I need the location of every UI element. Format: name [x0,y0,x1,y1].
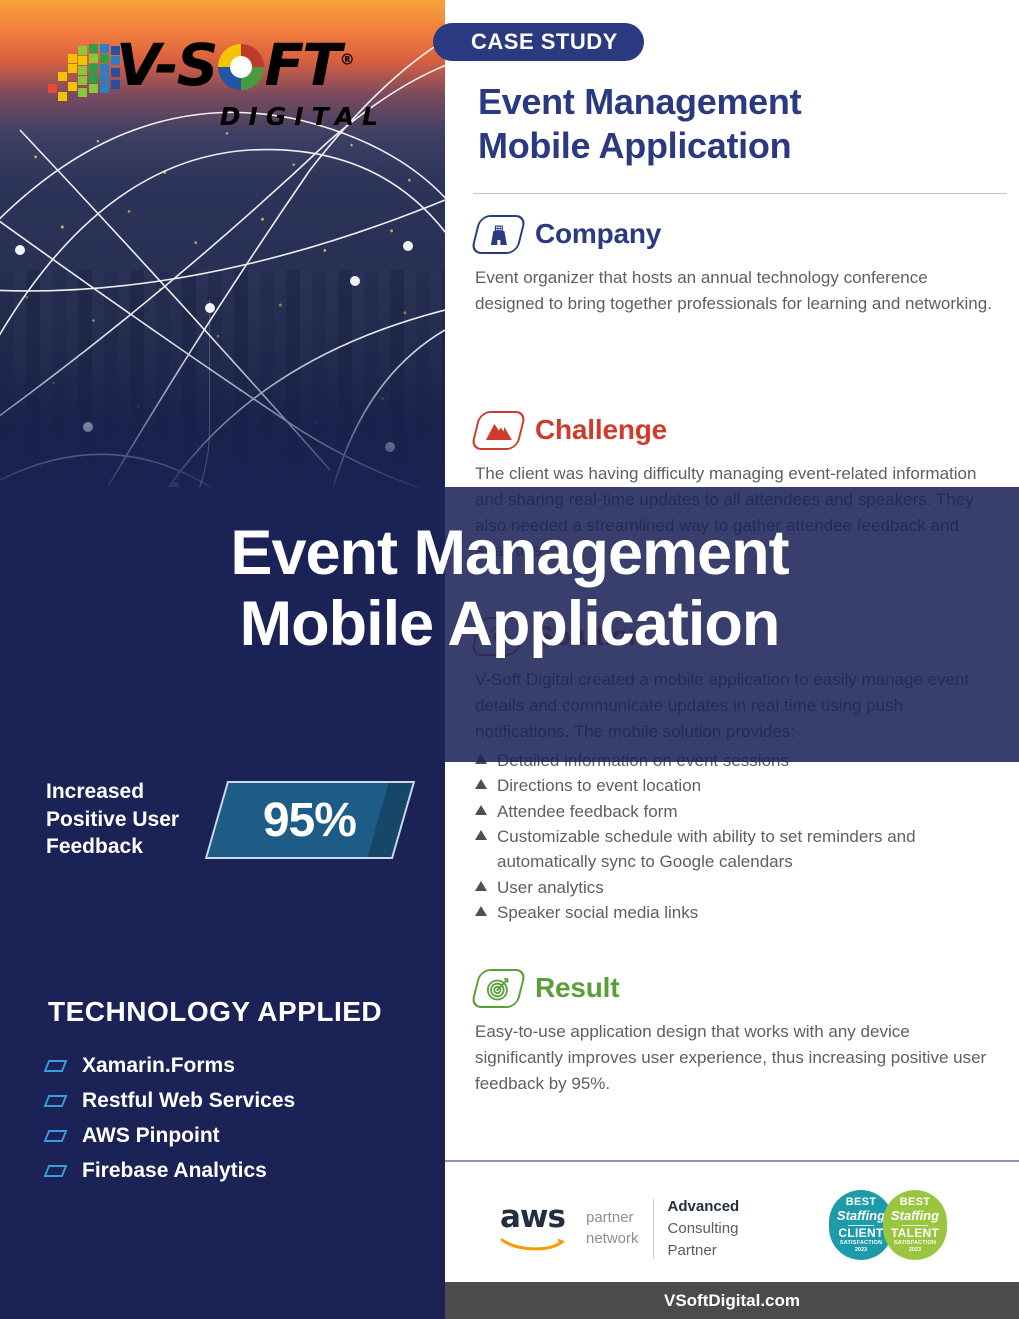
page-title-line2: Mobile Application [478,124,792,166]
solution-bullet-label: Attendee feedback form [497,801,678,821]
triangle-bullet-icon [475,779,487,790]
technology-item: Restful Web Services [43,1083,426,1118]
solution-bullet-label: Speaker social media links [497,902,699,922]
website-url: VSoftDigital.com [663,1290,800,1310]
technology-item-label: Firebase Analytics [82,1158,267,1182]
section-company-title: Company [535,218,662,249]
aws-logo: aws [500,1198,572,1256]
section-result: Result Easy-to-use application design th… [470,965,1000,1096]
stat-value-badge: 95% [204,780,416,859]
badge-kind-label: CLIENT [838,1226,884,1240]
technology-heading: TECHNOLOGY APPLIED [48,996,383,1027]
building-icon [470,214,527,254]
vsoft-digital-logo: V-S FT® DIGITAL [48,36,408,153]
aws-partner-lockup: aws partner network Advanced Consulting … [500,1196,739,1261]
page-title-line1: Event Management [478,81,802,122]
logo-word-ft: FT [264,31,342,99]
stat-value: 95% [263,793,357,847]
page-title: Event Management Mobile Application [478,80,998,168]
section-result-header: Result [470,965,1000,1011]
aws-partner-line2: network [586,1229,639,1247]
badge-best-label: BEST [845,1196,877,1208]
parallelogram-bullet-icon [43,1059,68,1072]
section-result-title: Result [535,972,620,1003]
section-challenge-title: Challenge [535,414,668,445]
technology-item-label: Xamarin.Forms [82,1053,235,1077]
mountain-icon [470,410,527,450]
parallelogram-bullet-icon [43,1164,68,1177]
solution-bullet-list: Detailed information on event sessionsDi… [475,748,1000,925]
footer: aws partner network Advanced Consulting … [445,1162,1019,1282]
badge-best-label: BEST [899,1196,931,1208]
aws-tier-line2: Consulting [667,1219,739,1237]
section-company: Company Event organizer that hosts an an… [470,211,1000,317]
stat-label: Increased Positive User Feedback [46,780,180,859]
badge-kind-label: TALENT [890,1226,940,1240]
website-url-bar[interactable]: VSoftDigital.com [445,1282,1019,1319]
photo-fade [0,330,445,500]
title-divider [473,193,1007,194]
aws-tier-line3: Partner [667,1241,717,1259]
triangle-bullet-icon [475,880,487,891]
parallelogram-bullet-icon [43,1129,68,1142]
overlay-title-line1: Event Management [230,518,789,588]
aws-partner-line1: partner [586,1209,634,1227]
award-badges: BEST Staffing CLIENT SATISFACTION 2023 B… [829,1190,947,1260]
triangle-bullet-icon [475,829,487,840]
technology-item-label: Restful Web Services [82,1088,296,1112]
best-staffing-talent-badge: BEST Staffing TALENT SATISFACTION 2023 [883,1190,947,1260]
case-study-badge-label: CASE STUDY [471,29,618,54]
solution-bullet-item: Customizable schedule with ability to se… [475,824,1000,875]
solution-bullet-label: Directions to event location [497,776,702,796]
badge-staffing-label: Staffing [890,1208,940,1223]
technology-item: AWS Pinpoint [43,1118,426,1153]
footer-vertical-divider [652,1198,654,1259]
badge-year-label: 2023 [854,1246,868,1253]
section-company-body: Event organizer that hosts an annual tec… [475,268,992,313]
solution-bullet-item: Speaker social media links [475,900,1000,925]
badge-satisfaction-label: SATISFACTION [839,1240,883,1246]
badge-year-label: 2023 [908,1246,922,1253]
solution-bullet-item: User analytics [475,875,1000,900]
badge-staffing-label: Staffing [836,1208,886,1223]
logo-word-text: V-S [116,31,219,99]
logo-pixel-mosaic [48,44,122,106]
section-result-body: Easy-to-use application design that work… [475,1022,987,1093]
aws-wordmark: aws [500,1198,566,1235]
section-company-header: Company [470,211,1000,257]
triangle-bullet-icon [475,804,487,815]
parallelogram-bullet-icon [43,1094,68,1107]
logo-wordmark: V-S FT® [116,36,355,94]
triangle-bullet-icon [475,905,487,916]
overlay-title-line2: Mobile Application [239,588,781,659]
technology-item: Firebase Analytics [43,1153,426,1188]
aws-tier-line1: Advanced [667,1198,740,1215]
aws-smile-icon [500,1238,565,1251]
solution-bullet-label: Customizable schedule with ability to se… [497,826,916,872]
aws-tier-label: Advanced Consulting Partner [668,1196,740,1261]
stat-block: Increased Positive User Feedback 95% [46,778,416,861]
case-study-badge: CASE STUDY [433,23,644,61]
technology-item: Xamarin.Forms [43,1048,426,1083]
aws-partner-network-label: partner network [586,1208,639,1249]
logo-subtitle: DIGITAL [219,102,386,131]
target-icon [470,968,527,1008]
overlay-title: Event Management Mobile Application [0,518,1019,659]
badge-satisfaction-label: SATISFACTION [893,1240,937,1246]
technology-item-label: AWS Pinpoint [82,1123,220,1147]
logo-o-circle [217,44,264,90]
case-study-page: V-S FT® DIGITAL Increased Positive User F… [0,0,1019,1319]
solution-bullet-item: Directions to event location [475,773,1000,798]
solution-bullet-item: Attendee feedback form [475,799,1000,824]
registered-mark: ® [339,50,355,69]
technology-list: Xamarin.Forms Restful Web Services AWS P… [43,1048,426,1188]
solution-bullet-label: User analytics [497,877,604,897]
section-challenge-header: Challenge [470,407,1000,453]
